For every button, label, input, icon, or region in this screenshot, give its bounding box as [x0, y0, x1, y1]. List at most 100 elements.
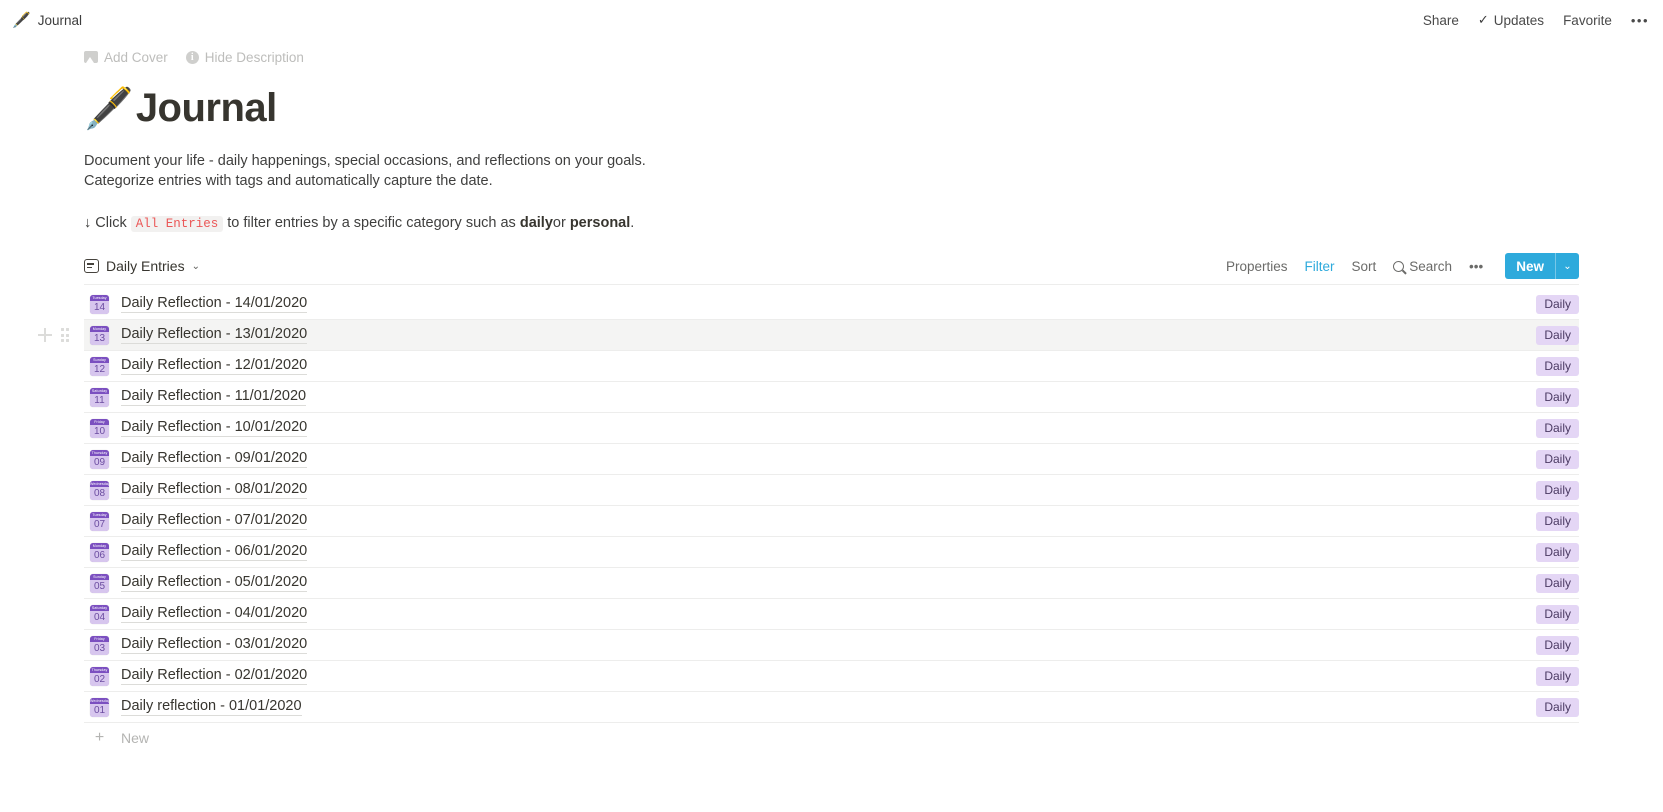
tag-cell[interactable]: Daily — [1536, 356, 1579, 376]
calendar-date-icon: Friday 03 — [90, 635, 109, 655]
entry-title-link[interactable]: Daily Reflection - 13/01/2020 — [121, 326, 308, 344]
entry-title-link[interactable]: Daily Reflection - 14/01/2020 — [121, 295, 308, 313]
hint-suffix: . — [630, 215, 635, 231]
status-badge: Daily — [1536, 294, 1579, 314]
calendar-date-icon: Saturday 04 — [90, 604, 109, 624]
entry-title-link[interactable]: Daily Reflection - 11/01/2020 — [121, 388, 307, 406]
table-row[interactable]: Saturday 04 Daily Reflection - 04/01/2020 D… — [84, 599, 1579, 629]
entry-title-link[interactable]: Daily Reflection - 10/01/2020 — [121, 419, 308, 437]
calendar-day-number: 04 — [90, 610, 109, 624]
search-label: Search — [1409, 258, 1453, 274]
description-line-2: Categorize entries with tags and automat… — [84, 173, 493, 189]
table-row[interactable]: Thursday 09 Daily Reflection - 09/01/2020 D… — [84, 444, 1579, 474]
entry-title-link[interactable]: Daily Reflection - 07/01/2020 — [121, 512, 308, 530]
calendar-date-icon: Thursday 09 — [90, 449, 109, 469]
entry-title-link[interactable]: Daily Reflection - 09/01/2020 — [121, 450, 308, 468]
filter-button[interactable]: Filter — [1305, 259, 1335, 274]
entry-title-link[interactable]: Daily Reflection - 04/01/2020 — [121, 605, 308, 623]
table-row[interactable]: Sunday 05 Daily Reflection - 05/01/2020 Dai… — [84, 568, 1579, 598]
plus-icon: + — [94, 729, 105, 746]
calendar-date-icon: Monday 13 — [90, 325, 109, 345]
description-line-1: Document your life - daily happenings, s… — [84, 153, 646, 169]
tag-cell[interactable]: Daily — [1536, 294, 1579, 314]
new-entry-row[interactable]: + New — [84, 723, 1579, 753]
more-options-icon[interactable]: ••• — [1631, 13, 1649, 28]
status-badge: Daily — [1536, 573, 1579, 593]
table-row[interactable]: Saturday 11 Daily Reflection - 11/01/2020 D… — [84, 382, 1579, 412]
view-selector-daily-entries[interactable]: Daily Entries ⌄ — [84, 258, 200, 274]
calendar-date-icon: Sunday 05 — [90, 573, 109, 593]
page-icon-pen[interactable]: 🖋️ — [84, 89, 134, 129]
page-title-text[interactable]: Journal — [136, 86, 277, 131]
hide-description-button[interactable]: i Hide Description — [185, 50, 304, 65]
hint-prefix: Click — [95, 215, 127, 231]
tag-cell[interactable]: Daily — [1536, 418, 1579, 438]
share-button[interactable]: Share — [1423, 13, 1459, 28]
table-row[interactable]: Monday 13 Daily Reflection - 13/01/2020 Dai… — [38, 320, 1579, 350]
tag-cell[interactable]: Daily — [1536, 325, 1579, 345]
add-cover-button[interactable]: Add Cover — [84, 50, 168, 65]
table-row[interactable]: Wednesday 01 Daily reflection - 01/01/2020… — [84, 692, 1579, 722]
database-tools: Properties Filter Sort Search ••• New ⌄ — [1226, 253, 1579, 279]
new-entry-dropdown-chevron-icon[interactable]: ⌄ — [1555, 253, 1579, 279]
calendar-day-number: 12 — [90, 362, 109, 376]
database-more-icon[interactable]: ••• — [1469, 259, 1483, 274]
table-row[interactable]: Sunday 12 Daily Reflection - 12/01/2020 Dai… — [84, 351, 1579, 381]
table-row[interactable]: Thursday 02 Daily Reflection - 02/01/2020 D… — [84, 661, 1579, 691]
hint-arrow: ↓ — [84, 215, 92, 231]
entry-title-link[interactable]: Daily Reflection - 08/01/2020 — [121, 481, 308, 499]
page-title[interactable]: 🖋️ Journal — [84, 86, 1579, 131]
add-cover-label: Add Cover — [104, 49, 168, 65]
breadcrumb-label[interactable]: Journal — [38, 13, 82, 28]
page-action-bar: Add Cover i Hide Description — [84, 46, 1579, 68]
image-icon — [84, 51, 98, 63]
new-entry-label: New — [1516, 258, 1544, 274]
tag-cell[interactable]: Daily — [1536, 542, 1579, 562]
tag-cell[interactable]: Daily — [1536, 573, 1579, 593]
entry-title-link[interactable]: Daily Reflection - 03/01/2020 — [121, 636, 308, 654]
drag-handle-icon[interactable] — [60, 328, 70, 342]
table-row[interactable]: Friday 03 Daily Reflection - 03/01/2020 Dai… — [84, 630, 1579, 660]
journal-pen-icon: 🖋️ — [12, 11, 31, 29]
status-badge: Daily — [1536, 511, 1579, 531]
table-row[interactable]: Tuesday 07 Daily Reflection - 07/01/2020 Da… — [84, 506, 1579, 536]
favorite-button[interactable]: Favorite — [1563, 13, 1612, 28]
page-content: Add Cover i Hide Description 🖋️ Journal … — [0, 46, 1663, 753]
new-entry-button[interactable]: New ⌄ — [1505, 253, 1579, 279]
search-icon — [1393, 260, 1405, 272]
breadcrumb[interactable]: 🖋️ Journal — [12, 13, 82, 28]
tag-cell[interactable]: Daily — [1536, 697, 1579, 717]
tag-cell[interactable]: Daily — [1536, 511, 1579, 531]
entry-title-link[interactable]: Daily Reflection - 02/01/2020 — [121, 667, 308, 685]
calendar-day-number: 09 — [90, 455, 109, 469]
properties-button[interactable]: Properties — [1226, 259, 1288, 274]
all-entries-code-chip[interactable]: All Entries — [130, 216, 224, 232]
tag-cell[interactable]: Daily — [1536, 635, 1579, 655]
sort-button[interactable]: Sort — [1352, 259, 1377, 274]
table-row[interactable]: Monday 06 Daily Reflection - 06/01/2020 Dai… — [84, 537, 1579, 567]
updates-button[interactable]: ✓ Updates — [1478, 12, 1544, 28]
entry-title-link[interactable]: Daily Reflection - 12/01/2020 — [121, 357, 308, 375]
calendar-day-number: 10 — [90, 424, 109, 438]
table-row[interactable]: Wednesday 08 Daily Reflection - 08/01/2020… — [84, 475, 1579, 505]
entry-title-link[interactable]: Daily Reflection - 05/01/2020 — [121, 574, 308, 592]
tag-cell[interactable]: Daily — [1536, 604, 1579, 624]
calendar-date-icon: Tuesday 07 — [90, 511, 109, 531]
table-row[interactable]: Tuesday 14 Daily Reflection - 14/01/2020 Da… — [84, 289, 1579, 319]
tag-cell[interactable]: Daily — [1536, 449, 1579, 469]
entry-title-link[interactable]: Daily reflection - 01/01/2020 — [121, 698, 302, 716]
tag-cell[interactable]: Daily — [1536, 480, 1579, 500]
list-view-icon — [84, 259, 99, 273]
calendar-date-icon: Monday 06 — [90, 542, 109, 562]
tag-cell[interactable]: Daily — [1536, 387, 1579, 407]
calendar-day-number: 02 — [90, 672, 109, 686]
tag-cell[interactable]: Daily — [1536, 666, 1579, 686]
table-row[interactable]: Friday 10 Daily Reflection - 10/01/2020 Dai… — [84, 413, 1579, 443]
calendar-date-icon: Tuesday 14 — [90, 294, 109, 314]
add-row-icon[interactable] — [38, 328, 52, 342]
page-description[interactable]: Document your life - daily happenings, s… — [84, 151, 984, 191]
calendar-day-number: 14 — [90, 300, 109, 314]
hint-middle: to filter entries by a specific category… — [227, 215, 516, 231]
entry-title-link[interactable]: Daily Reflection - 06/01/2020 — [121, 543, 308, 561]
search-button[interactable]: Search — [1393, 259, 1452, 274]
